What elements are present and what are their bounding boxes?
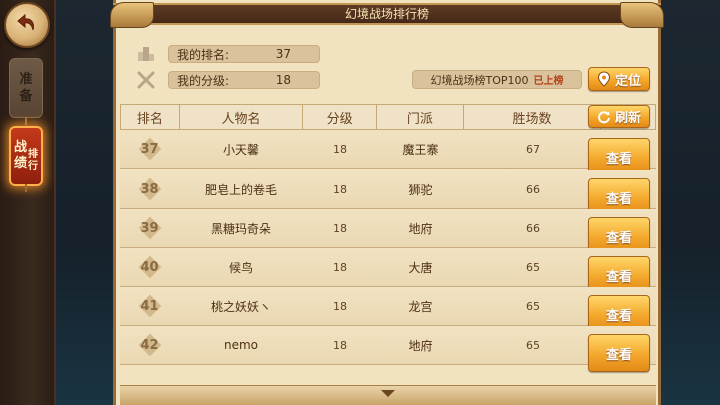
refresh-icon bbox=[598, 110, 610, 123]
rank-badge: 40 bbox=[139, 256, 161, 278]
refresh-button[interactable]: 刷新 bbox=[588, 105, 650, 128]
page-title: 幻境战场排行榜 bbox=[344, 7, 429, 21]
my-rank-label: 我的排名: bbox=[177, 47, 230, 62]
my-rank-row: 我的排名: 37 bbox=[136, 44, 320, 64]
view-label: 查看 bbox=[605, 269, 632, 285]
tassel-decoration bbox=[25, 117, 27, 125]
leaderboard-panel: 幻境战场排行榜 我的排名: 37 我的分级: 18 幻境战场榜TOP100 已上… bbox=[110, 0, 664, 405]
player-wins: 66 bbox=[526, 221, 540, 235]
rank-badge: 42 bbox=[139, 334, 161, 356]
table-row: 40 候鸟 18 大唐 65 查看 bbox=[120, 248, 656, 294]
player-wins: 66 bbox=[526, 182, 540, 196]
player-level: 18 bbox=[333, 338, 347, 352]
tab-rank-char-3: 排 bbox=[28, 149, 38, 160]
table-row: 38 肥皂上的卷毛 18 狮驼 66 查看 bbox=[120, 170, 656, 216]
player-wins: 65 bbox=[526, 299, 540, 313]
tab-prepare-char-2: 备 bbox=[19, 89, 33, 104]
left-sidebar: 准 备 战 绩 排 行 bbox=[0, 0, 56, 405]
player-school: 龙宫 bbox=[408, 299, 433, 314]
view-label: 查看 bbox=[605, 347, 632, 363]
player-school: 大唐 bbox=[408, 260, 433, 275]
view-button[interactable]: 查看 bbox=[588, 334, 650, 372]
locate-button[interactable]: 定位 bbox=[588, 67, 650, 91]
rank-number: 38 bbox=[140, 181, 159, 197]
player-name: 小天馨 bbox=[222, 142, 259, 157]
player-wins: 67 bbox=[526, 142, 540, 156]
my-level-label: 我的分级: bbox=[177, 73, 230, 88]
corner-ornament-right bbox=[620, 2, 664, 28]
rank-badge: 37 bbox=[139, 138, 161, 160]
scroll-down-icon bbox=[381, 390, 395, 397]
title-bar: 幻境战场排行榜 bbox=[113, 3, 661, 25]
player-level: 18 bbox=[333, 260, 347, 274]
rank-number: 41 bbox=[140, 298, 159, 314]
locate-label: 定位 bbox=[614, 73, 641, 89]
tassel-decoration bbox=[25, 184, 27, 192]
table-row: 41 桃之妖妖ヽ 18 龙宫 65 查看 bbox=[120, 287, 656, 333]
tab-rank-char-4: 行 bbox=[28, 161, 38, 172]
my-level-row: 我的分级: 18 bbox=[136, 70, 320, 90]
player-school: 地府 bbox=[408, 221, 433, 236]
top100-status-badge: 已上榜 bbox=[533, 76, 564, 87]
rank-number: 40 bbox=[140, 259, 159, 275]
player-wins: 65 bbox=[526, 338, 540, 352]
table-row: 42 nemo 18 地府 65 查看 bbox=[120, 326, 656, 372]
corner-ornament-left bbox=[110, 2, 154, 28]
top100-status: 幻境战场榜TOP100 已上榜 bbox=[412, 70, 582, 89]
refresh-label: 刷新 bbox=[614, 111, 641, 126]
header-level: 分级 bbox=[303, 105, 378, 129]
table-row: 39 黑糖玛奇朵 18 地府 66 查看 bbox=[120, 209, 656, 255]
tab-rank-char-1: 战 bbox=[13, 140, 27, 155]
table-header: 排名 人物名 分级 门派 胜场数 bbox=[120, 104, 656, 130]
player-level: 18 bbox=[333, 182, 347, 196]
player-level: 18 bbox=[333, 299, 347, 313]
player-school: 狮驼 bbox=[408, 182, 433, 197]
rank-number: 42 bbox=[140, 337, 159, 353]
ranking-list[interactable]: 37 小天馨 18 魔王寨 67 查看 38 肥皂上的卷毛 18 狮驼 66 查… bbox=[120, 130, 656, 385]
table-row: 37 小天馨 18 魔王寨 67 查看 bbox=[120, 130, 656, 176]
rank-badge: 41 bbox=[139, 295, 161, 317]
header-rank: 排名 bbox=[121, 105, 180, 129]
tab-rank[interactable]: 战 绩 排 行 bbox=[9, 126, 43, 192]
player-name: 黑糖玛奇朵 bbox=[210, 221, 271, 236]
my-rank-box: 我的排名: 37 bbox=[168, 45, 320, 63]
rank-number: 39 bbox=[140, 220, 159, 236]
back-button[interactable] bbox=[4, 2, 50, 48]
view-label: 查看 bbox=[605, 308, 632, 324]
top100-label: 幻境战场榜TOP100 bbox=[430, 73, 529, 87]
rank-badge: 39 bbox=[139, 217, 161, 239]
header-name: 人物名 bbox=[180, 105, 304, 129]
my-level-box: 我的分级: 18 bbox=[168, 71, 320, 89]
player-name: nemo bbox=[223, 338, 259, 352]
rank-number: 37 bbox=[140, 141, 159, 157]
view-label: 查看 bbox=[605, 191, 632, 207]
player-school: 地府 bbox=[408, 338, 433, 353]
scroll-indicator-bar[interactable] bbox=[120, 385, 656, 405]
rank-badge: 38 bbox=[139, 178, 161, 200]
my-rank-value: 37 bbox=[275, 47, 291, 61]
player-level: 18 bbox=[333, 221, 347, 235]
back-arrow-icon bbox=[17, 13, 34, 31]
view-label: 查看 bbox=[605, 151, 632, 167]
player-level: 18 bbox=[333, 142, 347, 156]
my-level-value: 18 bbox=[275, 73, 291, 87]
crossed-swords-icon bbox=[136, 70, 156, 90]
tab-rank-char-2: 绩 bbox=[13, 156, 27, 171]
player-name: 候鸟 bbox=[228, 260, 253, 275]
rank-icon bbox=[136, 44, 156, 64]
tab-prepare[interactable]: 准 备 bbox=[9, 58, 43, 125]
header-wins: 胜场数 bbox=[464, 105, 602, 129]
player-school: 魔王寨 bbox=[402, 142, 439, 157]
header-school: 门派 bbox=[377, 105, 464, 129]
player-name: 肥皂上的卷毛 bbox=[204, 182, 277, 197]
location-pin-icon bbox=[597, 71, 610, 87]
player-wins: 65 bbox=[526, 260, 540, 274]
player-name: 桃之妖妖ヽ bbox=[210, 299, 271, 314]
view-label: 查看 bbox=[605, 230, 632, 246]
tab-prepare-char-1: 准 bbox=[19, 72, 33, 87]
